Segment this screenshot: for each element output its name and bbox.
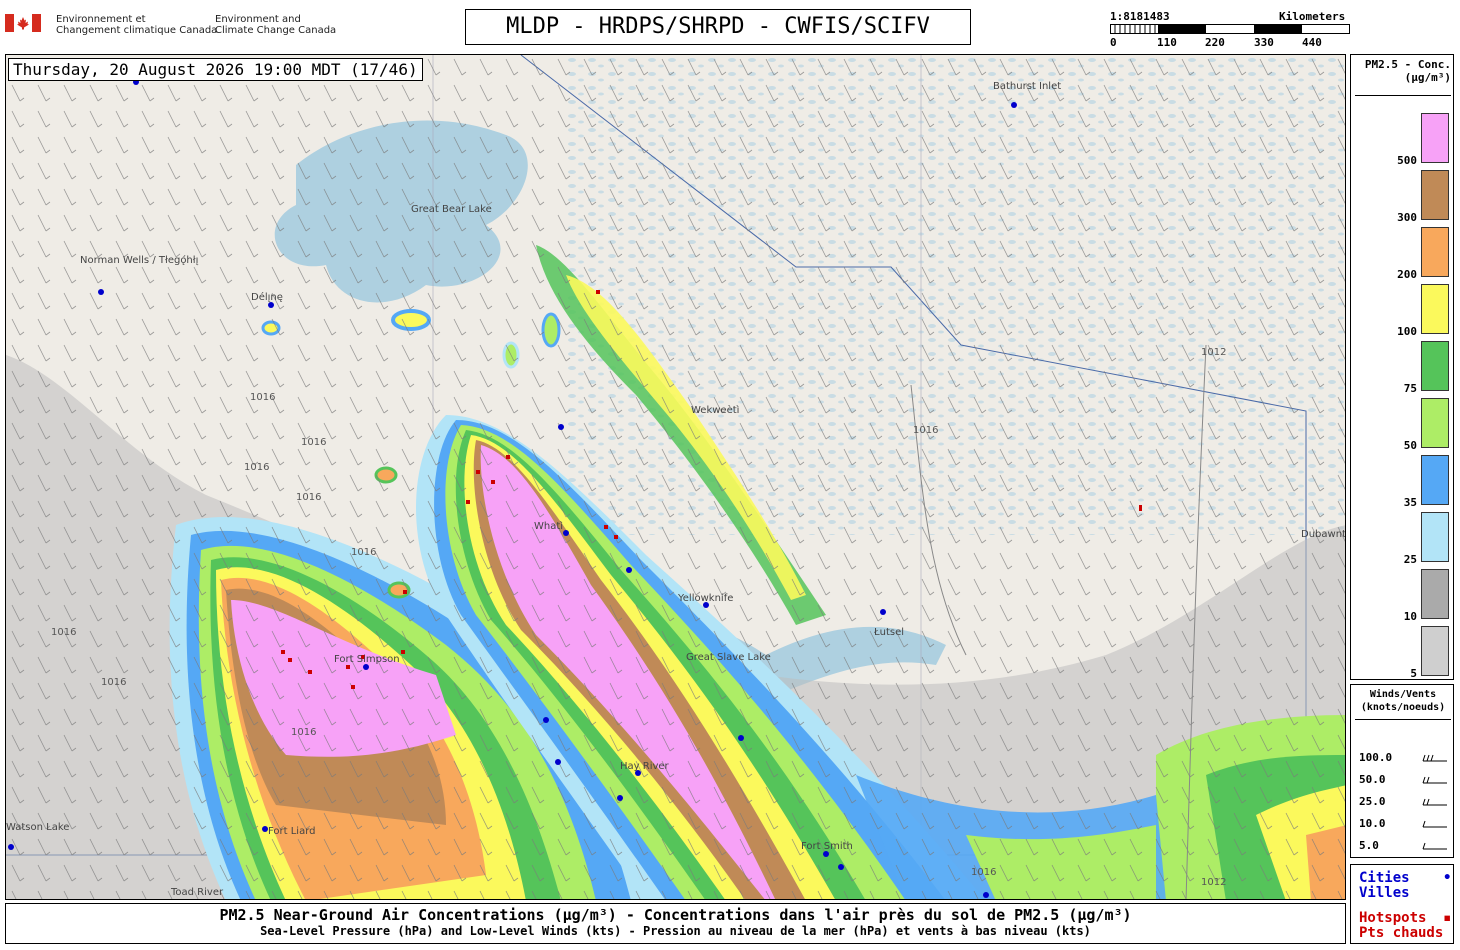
legend-level-label: 300 [1397, 211, 1417, 224]
smoke-map: Bathurst Inlet Great Bear Lake Norman We… [6, 55, 1346, 899]
place-label: Yellowknife [677, 593, 733, 604]
dept-fr-line2: Changement climatique Canada [56, 25, 218, 36]
wind-barbs [6, 55, 1345, 899]
place-label: Norman Wells / Tłegǫ́hłı̨ [80, 254, 199, 266]
legend-level-label: 35 [1403, 496, 1417, 509]
department-name-fr: Environnement et Changement climatique C… [56, 14, 217, 36]
place-label: Great Bear Lake [411, 204, 492, 215]
isobar-label: 1016 [250, 392, 275, 403]
scale-tick-330: 330 [1254, 36, 1274, 49]
legend-swatch [1421, 341, 1449, 391]
isobar-label: 1016 [244, 462, 269, 473]
villes-text: Villes [1359, 885, 1410, 901]
place-label: Łutsel [873, 627, 904, 638]
place-label: Fort Smith [801, 841, 853, 852]
map-footer: PM2.5 Near-Ground Air Concentrations (µg… [5, 903, 1346, 944]
winds-title: Winds/Vents (knots/noeuds) [1351, 688, 1455, 714]
legend-level-label: 200 [1397, 268, 1417, 281]
dept-en-line2: Climate Change Canada [215, 25, 337, 36]
cities-label: Cities • [1359, 870, 1451, 886]
place-label: Toad River [170, 887, 224, 898]
legend-swatch [1421, 398, 1449, 448]
legend-level-label: 25 [1403, 553, 1417, 566]
scale-ratio: 1:8181483 [1110, 10, 1170, 23]
place-label: Délı̨nę [251, 291, 283, 303]
hotspot-square-icon: ▪ [1443, 910, 1452, 926]
legend-level-label: 500 [1397, 154, 1417, 167]
legend-swatch [1421, 113, 1449, 163]
wind-speed-label: 100.0 [1359, 751, 1393, 764]
place-label: Watson Lake [6, 822, 69, 833]
dept-fr-line1: Environnement et [56, 14, 146, 25]
wind-speed-label: 10.0 [1359, 817, 1386, 830]
place-label: Wekweètì [691, 404, 740, 416]
place-label: Bathurst Inlet [993, 81, 1061, 92]
footer-line2: Sea-Level Pressure (hPa) and Low-Level W… [260, 924, 1091, 938]
hotspots-text: Hotspots [1359, 910, 1427, 926]
isobar-label: 1016 [51, 627, 76, 638]
isobar-label: 1012 [1201, 347, 1226, 358]
place-label: Great Slave Lake [686, 652, 771, 663]
legend-level-label: 75 [1403, 382, 1417, 395]
isobar-label: 1012 [1201, 877, 1226, 888]
scale-tick-110: 110 [1157, 36, 1177, 49]
legend-swatch [1421, 284, 1449, 334]
wind-speed-label: 5.0 [1359, 839, 1379, 852]
wind-barb-icon [1422, 842, 1447, 850]
legend-level-label: 50 [1403, 439, 1417, 452]
footer-line1: PM2.5 Near-Ground Air Concentrations (µg… [219, 906, 1132, 924]
place-label: Hay River [620, 761, 670, 772]
winds-title-line1: Winds/Vents [1369, 689, 1437, 700]
legend-swatch [1421, 170, 1449, 220]
concentration-legend: PM2.5 - Conc. (µg/m³) 500 300 200 100 75 50 35… [1350, 54, 1454, 680]
place-label: Whatì [534, 520, 563, 532]
dept-en-line1: Environment and [215, 14, 301, 25]
wind-barb-icon [1422, 754, 1447, 762]
scale-tick-0: 0 [1110, 36, 1117, 49]
wind-barb-icon [1422, 820, 1447, 828]
isobar-label: 1016 [351, 547, 376, 558]
cities-hotspots-legend: Cities • Villes Hotspots ▪ Pts chauds [1350, 864, 1454, 944]
legend-level-label: 10 [1403, 610, 1417, 623]
map-panel[interactable]: Bathurst Inlet Great Bear Lake Norman We… [5, 54, 1346, 900]
department-name-en: Environment and Climate Change Canada [215, 14, 336, 36]
city-dot-icon: • [1443, 870, 1452, 886]
legend-swatch [1421, 626, 1449, 676]
isobar-label: 1016 [913, 425, 938, 436]
map-title: MLDP - HRDPS/SHRPD - CWFIS/SCIFV [465, 9, 971, 45]
legend-swatch [1421, 455, 1449, 505]
isobar-label: 1016 [291, 727, 316, 738]
isobar-label: 1016 [971, 867, 996, 878]
winds-title-line2: (knots/noeuds) [1360, 702, 1446, 713]
scale-units: Kilometers [1279, 10, 1346, 23]
legend-title-line1: PM2.5 - Conc. [1364, 58, 1451, 71]
wind-barb-icon [1422, 776, 1447, 784]
winds-legend: Winds/Vents (knots/noeuds) 100.0 50.0 25.0… [1350, 684, 1454, 858]
legend-level-label: 5 [1410, 667, 1417, 680]
isobar-label: 1016 [101, 677, 126, 688]
scale-tick-220: 220 [1205, 36, 1225, 49]
legend-title: PM2.5 - Conc. (µg/m³) [1355, 58, 1451, 84]
wind-barb-icon [1422, 798, 1447, 806]
canada-flag-icon [5, 14, 41, 32]
legend-title-line2: (µg/m³) [1404, 71, 1451, 84]
isobar-label: 1016 [301, 437, 326, 448]
legend-swatch [1421, 569, 1449, 619]
hotspots-label: Hotspots ▪ [1359, 910, 1451, 926]
scale-bar [1110, 24, 1350, 34]
place-label: Fort Simpson [334, 654, 400, 665]
place-label: Fort Liard [268, 826, 316, 837]
legend-swatch [1421, 512, 1449, 562]
forecast-timestamp: Thursday, 20 August 2026 19:00 MDT (17/4… [8, 58, 423, 81]
cities-text: Cities [1359, 870, 1410, 886]
legend-swatch [1421, 227, 1449, 277]
legend-level-label: 100 [1397, 325, 1417, 338]
wind-speed-label: 50.0 [1359, 773, 1386, 786]
pts-chauds-text: Pts chauds [1359, 925, 1444, 941]
scale-tick-440: 440 [1302, 36, 1322, 49]
wind-speed-label: 25.0 [1359, 795, 1386, 808]
isobar-label: 1016 [296, 492, 321, 503]
place-label: Dubawnt Lake [1301, 529, 1346, 540]
